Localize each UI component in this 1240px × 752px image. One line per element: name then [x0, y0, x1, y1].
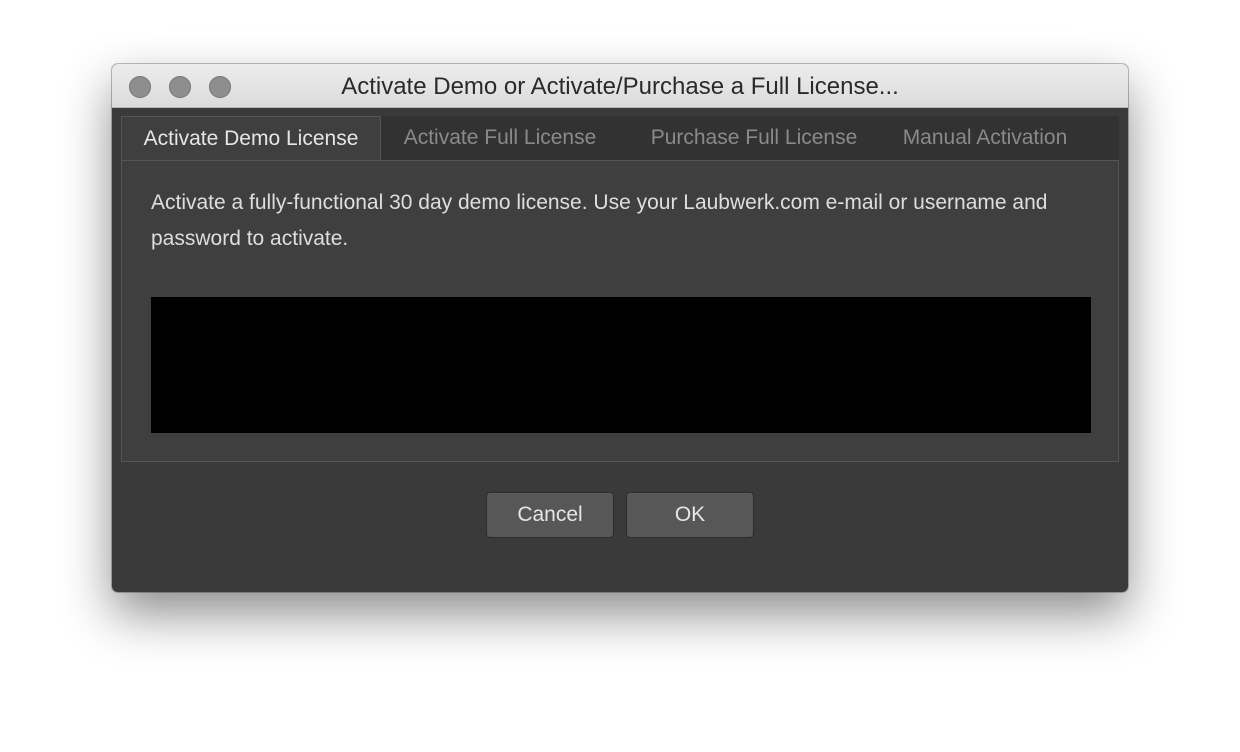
- redacted-login-area: [151, 297, 1091, 433]
- tab-bar: Activate Demo License Activate Full Lice…: [121, 116, 1119, 161]
- tab-content-panel: Activate a fully-functional 30 day demo …: [121, 160, 1119, 462]
- window-title: Activate Demo or Activate/Purchase a Ful…: [341, 73, 899, 100]
- tab-manual-activation[interactable]: Manual Activation: [885, 116, 1085, 160]
- tab-activate-full-license[interactable]: Activate Full License: [383, 116, 617, 160]
- cancel-button[interactable]: Cancel: [486, 492, 614, 538]
- tab-purchase-full-license[interactable]: Purchase Full License: [629, 116, 879, 160]
- ok-button[interactable]: OK: [626, 492, 754, 538]
- demo-license-description: Activate a fully-functional 30 day demo …: [151, 191, 1048, 250]
- tab-activate-demo-license[interactable]: Activate Demo License: [121, 116, 381, 161]
- license-dialog-window: Activate Demo or Activate/Purchase a Ful…: [112, 64, 1128, 592]
- title-bar[interactable]: Activate Demo or Activate/Purchase a Ful…: [112, 64, 1128, 108]
